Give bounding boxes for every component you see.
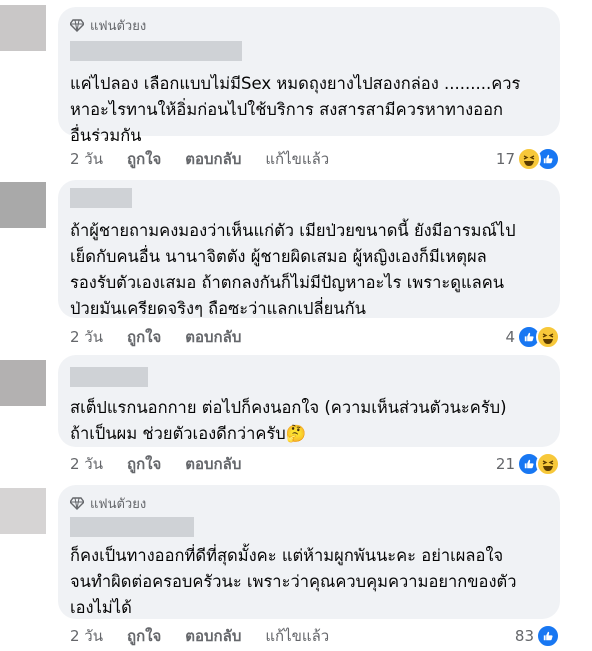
- comment-text: ถ้าผู้ชายถามคงมองว่าเห็นแก่ตัว เมียป่วยข…: [70, 221, 516, 318]
- comment-actions: 2 วัน ถูกใจ ตอบกลับ แก้ไขแล้ว: [70, 624, 353, 648]
- timestamp[interactable]: 2 วัน: [70, 325, 103, 349]
- diamond-icon: [70, 19, 84, 32]
- top-fan-badge: แฟนตัวยง: [70, 15, 548, 35]
- edited-label: แก้ไขแล้ว: [265, 627, 330, 645]
- comment-text: ก็คงเป็นทางออกที่ดีที่สุดมั้งคะ แต่ห้ามผ…: [70, 546, 517, 617]
- comment-actions: 2 วัน ถูกใจ ตอบกลับ: [70, 452, 265, 476]
- comment-bubble: สเต็ปแรกนอกกาย ต่อไปก็คงนอกใจ (ความเห็นส…: [58, 355, 560, 447]
- reply-button[interactable]: ตอบกลับ: [185, 147, 241, 171]
- badge-label: แฟนตัวยง: [90, 18, 147, 34]
- like-icon: [536, 624, 560, 648]
- comment-actions: 2 วัน ถูกใจ ตอบกลับ แก้ไขแล้ว: [70, 147, 353, 171]
- reply-button[interactable]: ตอบกลับ: [185, 452, 241, 476]
- timestamp[interactable]: 2 วัน: [70, 147, 103, 171]
- edited-label: แก้ไขแล้ว: [265, 150, 330, 168]
- reply-button[interactable]: ตอบกลับ: [185, 325, 241, 349]
- like-button[interactable]: ถูกใจ: [127, 147, 161, 171]
- avatar[interactable]: [0, 360, 46, 406]
- author-name[interactable]: [70, 367, 148, 387]
- reaction-count: 21: [495, 455, 515, 473]
- badge-label: แฟนตัวยง: [90, 496, 147, 512]
- reactions[interactable]: 4: [505, 325, 560, 349]
- reactions[interactable]: 17: [496, 147, 560, 171]
- reactions[interactable]: 21: [496, 452, 560, 476]
- haha-icon: [536, 452, 560, 476]
- reaction-count: 4: [505, 328, 515, 346]
- comment-actions: 2 วัน ถูกใจ ตอบกลับ: [70, 325, 265, 349]
- avatar[interactable]: [0, 5, 46, 51]
- like-button[interactable]: ถูกใจ: [127, 624, 161, 648]
- author-name[interactable]: [70, 41, 242, 61]
- reply-button[interactable]: ตอบกลับ: [185, 624, 241, 648]
- comment-bubble: แฟนตัวยง ก็คงเป็นทางออกที่ดีที่สุดมั้งคะ…: [58, 485, 560, 619]
- avatar[interactable]: [0, 182, 46, 228]
- reaction-count: 17: [495, 150, 515, 168]
- reactions[interactable]: 83: [515, 624, 560, 648]
- haha-icon: [517, 147, 541, 171]
- haha-icon: [536, 325, 560, 349]
- comment-bubble: ถ้าผู้ชายถามคงมองว่าเห็นแก่ตัว เมียป่วยข…: [58, 180, 560, 318]
- reaction-count: 83: [514, 627, 534, 645]
- author-name[interactable]: [70, 188, 132, 208]
- timestamp[interactable]: 2 วัน: [70, 624, 103, 648]
- diamond-icon: [70, 497, 84, 510]
- like-button[interactable]: ถูกใจ: [127, 325, 161, 349]
- author-name[interactable]: [70, 517, 194, 537]
- avatar[interactable]: [0, 488, 46, 534]
- timestamp[interactable]: 2 วัน: [70, 452, 103, 476]
- comment-text: สเต็ปแรกนอกกาย ต่อไปก็คงนอกใจ (ความเห็นส…: [70, 398, 507, 443]
- top-fan-badge: แฟนตัวยง: [70, 493, 548, 513]
- comment-bubble: แฟนตัวยง แค่ไปลอง เลือกแบบไม่มีSex หมดถุ…: [58, 7, 560, 145]
- comment-text: แค่ไปลอง เลือกแบบไม่มีSex หมดถุงยางไปสอง…: [70, 74, 521, 145]
- like-button[interactable]: ถูกใจ: [127, 452, 161, 476]
